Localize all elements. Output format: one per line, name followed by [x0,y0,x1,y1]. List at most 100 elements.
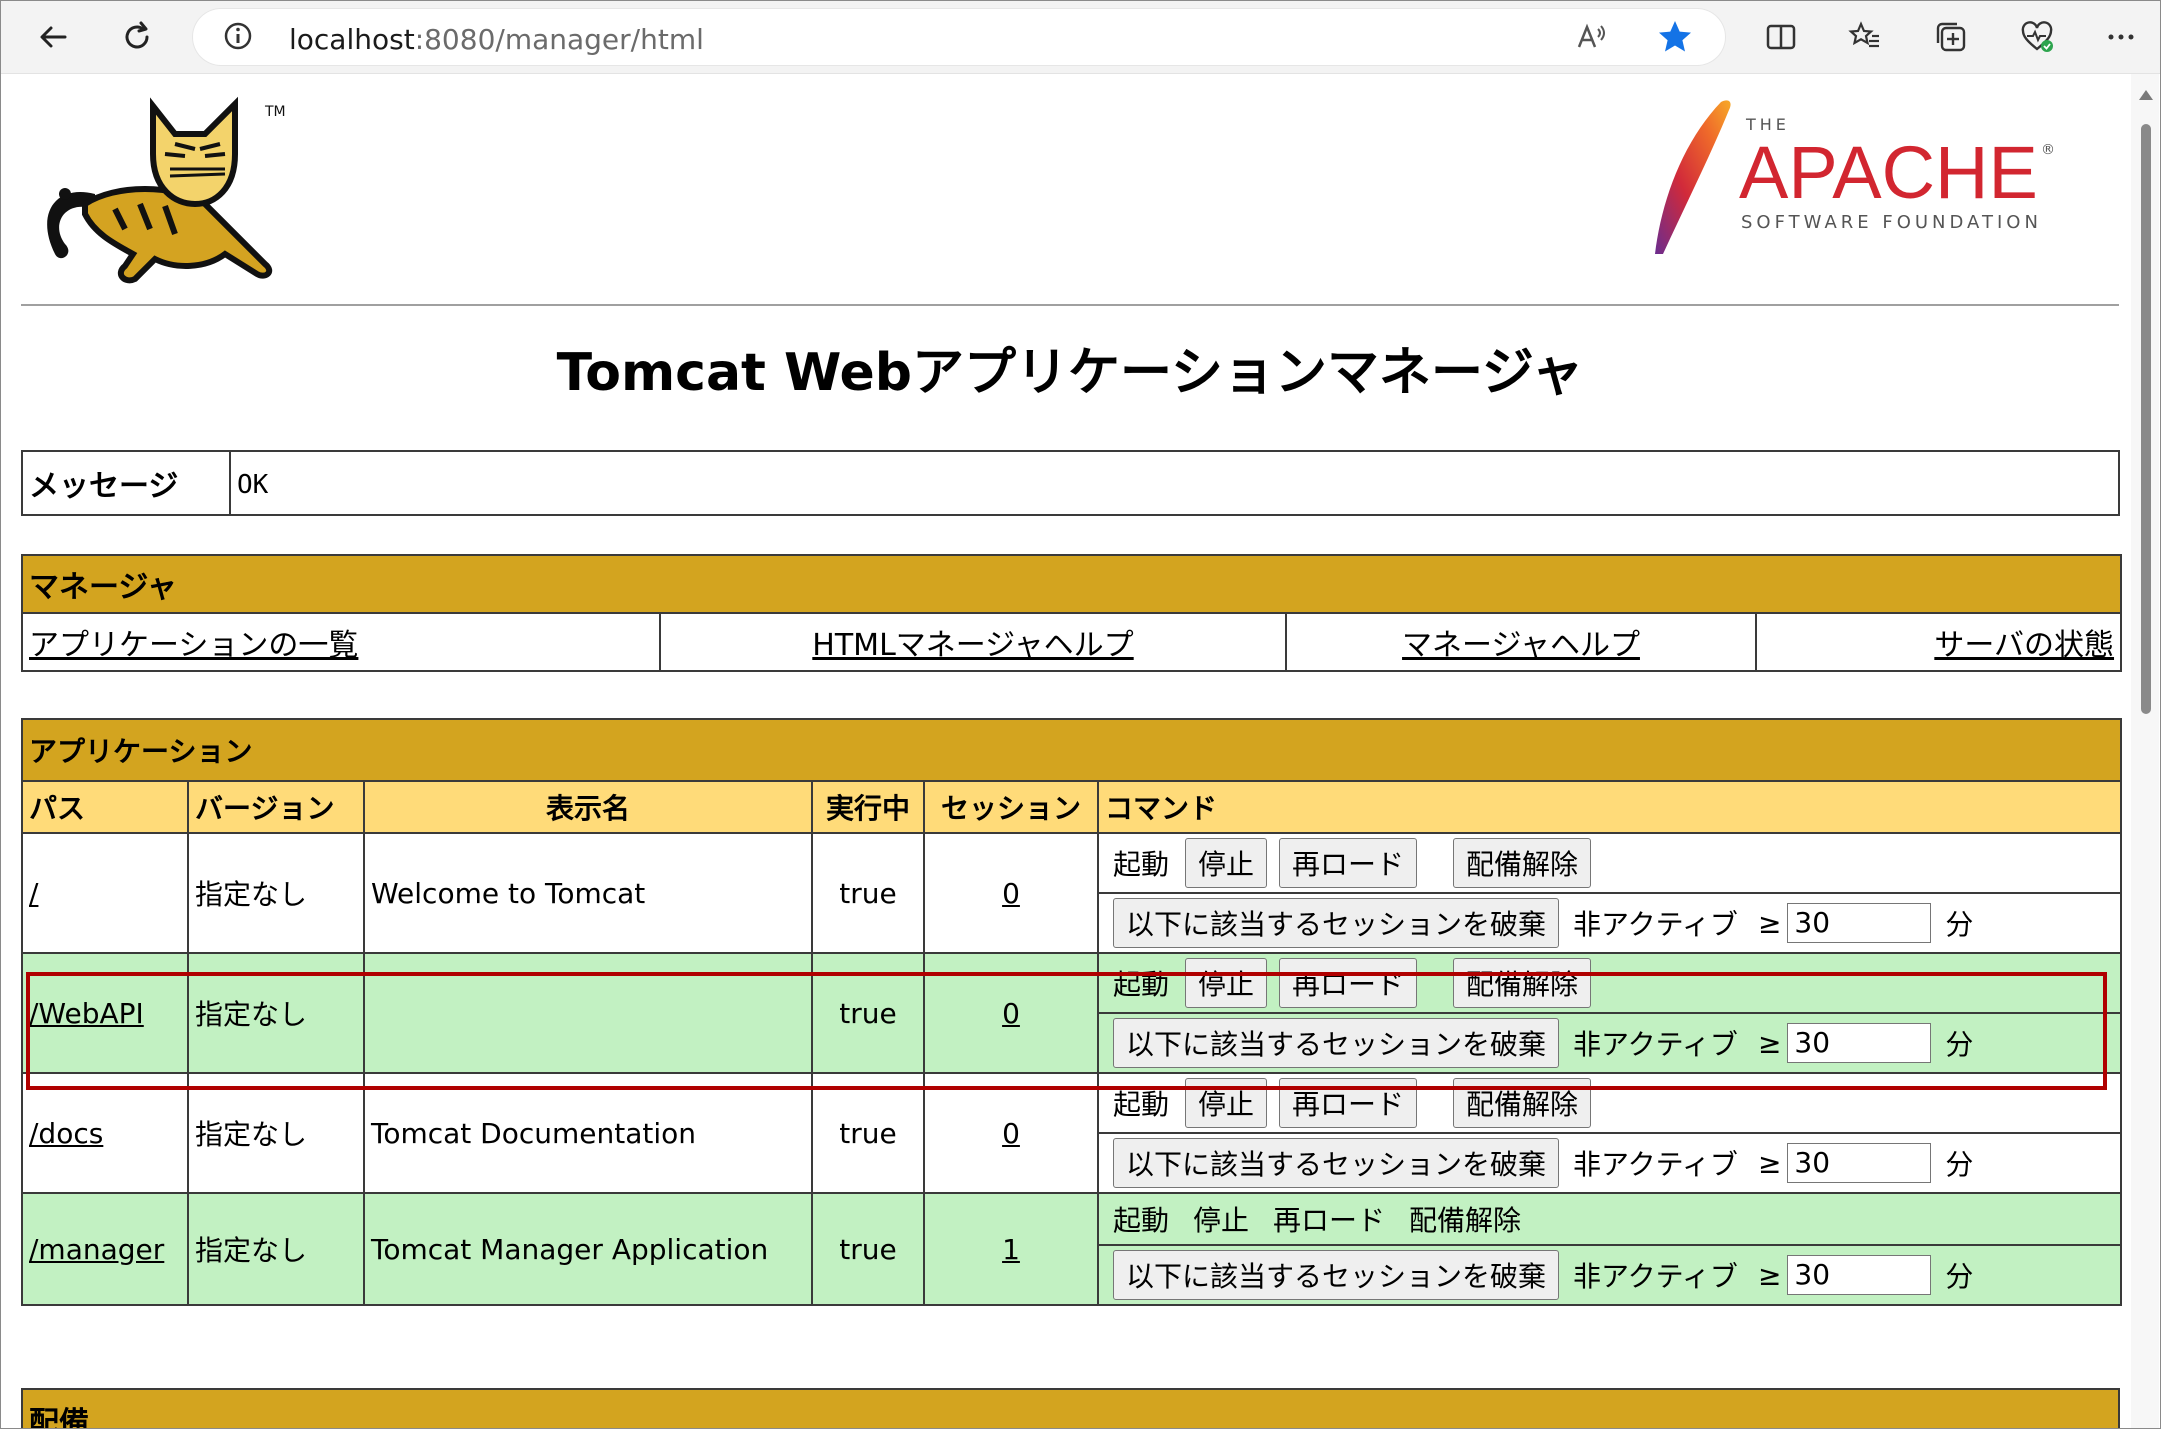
command-line-2: 以下に該当するセッションを破棄 非アクティブ ≥ 30 分 [1099,1014,2120,1072]
page-content: TM THE APACHE ® SOFTWARE FOUNDATION Tomc… [1,74,2129,1428]
manager-header: マネージャ [20,554,2123,614]
list-applications-link[interactable]: アプリケーションの一覧 [29,628,358,663]
table-row: / 指定なし Welcome to Tomcat true 0 起動 停止 再ロ… [21,832,2123,954]
deploy-header: 配備 [21,1388,2120,1428]
ge-label: ≥ [1757,1146,1782,1180]
read-aloud-icon[interactable] [1573,19,1609,59]
more-menu-icon[interactable] [2099,15,2143,59]
expire-sessions-button[interactable]: 以下に該当するセッションを破棄 [1113,1250,1560,1300]
table-row: /WebAPI 指定なし true 0 起動 停止 再ロード 配備解除 以下に該… [21,952,2123,1074]
favorites-icon[interactable] [1843,15,1887,59]
expire-sessions-button[interactable]: 以下に該当するセッションを破棄 [1113,1138,1560,1188]
favorite-star-icon[interactable] [1655,17,1695,61]
browser-toolbar: localhost:8080/manager/html [1,1,2160,74]
idle-label: 非アクティブ [1573,1028,1738,1061]
start-label: 起動 [1113,848,1170,881]
minutes-label: 分 [1945,908,1974,941]
manager-link-cell: HTMLマネージャヘルプ [659,612,1287,672]
message-label: メッセージ [21,450,231,516]
scroll-up-arrow-icon[interactable] [2139,90,2153,100]
refresh-icon[interactable] [115,15,159,59]
site-info-icon[interactable] [223,21,253,51]
expire-sessions-button[interactable]: 以下に該当するセッションを破棄 [1113,898,1560,948]
start-label: 起動 [1113,1088,1170,1121]
app-path-link[interactable]: /WebAPI [29,997,144,1030]
app-display-name: Welcome to Tomcat [363,832,813,954]
app-sessions-cell: 0 [923,952,1099,1074]
undeploy-label: 配備解除 [1409,1204,1522,1237]
browser-essentials-icon[interactable] [2015,15,2059,59]
applications-table: アプリケーション パス バージョン 表示名 実行中 セッション コマンド / 指… [20,718,2123,1306]
stop-button[interactable]: 停止 [1185,958,1268,1008]
svg-text:®: ® [2041,142,2055,158]
app-sessions-cell: 0 [923,832,1099,954]
app-sessions-cell: 1 [923,1192,1099,1306]
app-sessions-link[interactable]: 0 [1002,1117,1020,1150]
table-row: /docs 指定なし Tomcat Documentation true 0 起… [21,1072,2123,1194]
command-line-1: 起動 停止 再ロード 配備解除 [1099,954,2121,1014]
app-sessions-link[interactable]: 0 [1002,877,1020,910]
app-running: true [811,1192,925,1306]
app-commands: 起動 停止 再ロード 配備解除 以下に該当するセッションを破棄 非アクティブ ≥… [1096,832,2123,954]
expire-sessions-button[interactable]: 以下に該当するセッションを破棄 [1113,1018,1560,1068]
manager-help-link[interactable]: マネージャヘルプ [1402,628,1640,663]
page-title: Tomcat Webアプリケーションマネージャ [556,343,1584,403]
svg-text:SOFTWARE FOUNDATION: SOFTWARE FOUNDATION [1741,212,2042,233]
app-running: true [811,1072,925,1194]
reload-button[interactable]: 再ロード [1279,838,1418,888]
col-path: パス [21,780,189,834]
app-path-link[interactable]: / [29,877,38,910]
col-running: 実行中 [811,780,925,834]
reload-button[interactable]: 再ロード [1279,1078,1418,1128]
undeploy-button[interactable]: 配備解除 [1453,1078,1592,1128]
idle-minutes-input[interactable]: 30 [1787,1143,1932,1183]
app-display-name [363,952,813,1074]
idle-minutes-input[interactable]: 30 [1787,1023,1932,1063]
command-line-1: 起動 停止 再ロード 配備解除 [1099,1194,2121,1246]
undeploy-button[interactable]: 配備解除 [1453,838,1592,888]
idle-minutes-input[interactable]: 30 [1787,1255,1932,1295]
col-version: バージョン [187,780,365,834]
idle-minutes-input[interactable]: 30 [1787,903,1932,943]
stop-button[interactable]: 停止 [1185,1078,1268,1128]
collections-icon[interactable] [1929,15,1973,59]
manager-table: マネージャ アプリケーションの一覧 HTMLマネージャヘルプ マネージャヘルプ … [20,554,2123,672]
start-label: 起動 [1113,1204,1170,1237]
address-bar[interactable]: localhost:8080/manager/html [193,9,1725,65]
vertical-scrollbar[interactable] [2131,74,2159,1428]
app-sessions-link[interactable]: 0 [1002,997,1020,1030]
minutes-label: 分 [1945,1148,1974,1181]
app-commands: 起動 停止 再ロード 配備解除 以下に該当するセッションを破棄 非アクティブ ≥… [1096,1072,2123,1194]
manager-link-cell: アプリケーションの一覧 [21,612,661,672]
app-display-name: Tomcat Documentation [363,1072,813,1194]
stop-label: 停止 [1193,1204,1250,1237]
apache-logo: THE APACHE ® SOFTWARE FOUNDATION [1641,94,2061,268]
app-commands: 起動 停止 再ロード 配備解除 以下に該当するセッションを破棄 非アクティブ ≥… [1096,1192,2123,1306]
split-screen-icon[interactable] [1759,15,1803,59]
html-manager-help-link[interactable]: HTMLマネージャヘルプ [812,628,1133,663]
start-label: 起動 [1113,968,1170,1001]
idle-label: 非アクティブ [1573,908,1738,941]
tomcat-logo: TM [25,94,295,288]
svg-text:TM: TM [264,104,286,120]
table-row: /manager 指定なし Tomcat Manager Application… [21,1192,2123,1306]
app-path-link[interactable]: /docs [29,1117,103,1150]
server-status-link[interactable]: サーバの状態 [1934,628,2114,663]
scroll-thumb[interactable] [2141,124,2151,714]
ge-label: ≥ [1757,1258,1782,1292]
ge-label: ≥ [1757,906,1782,940]
reload-button[interactable]: 再ロード [1279,958,1418,1008]
app-path-cell: /WebAPI [21,952,189,1074]
manager-link-cell: マネージャヘルプ [1285,612,1757,672]
applications-header: アプリケーション [20,718,2123,782]
back-icon[interactable] [31,15,75,59]
col-commands: コマンド [1096,780,2123,834]
col-sessions: セッション [923,780,1099,834]
app-path-link[interactable]: /manager [29,1233,164,1266]
minutes-label: 分 [1945,1028,1974,1061]
ge-label: ≥ [1757,1026,1782,1060]
app-running: true [811,832,925,954]
app-sessions-link[interactable]: 1 [1002,1233,1020,1266]
undeploy-button[interactable]: 配備解除 [1453,958,1592,1008]
stop-button[interactable]: 停止 [1185,838,1268,888]
